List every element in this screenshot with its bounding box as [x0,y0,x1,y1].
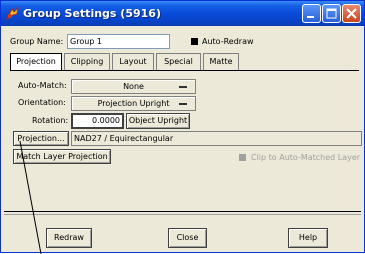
annotation-pointer-line [19,140,42,254]
group-settings-window: Group Settings (5916) Group Name: Group … [0,0,365,254]
